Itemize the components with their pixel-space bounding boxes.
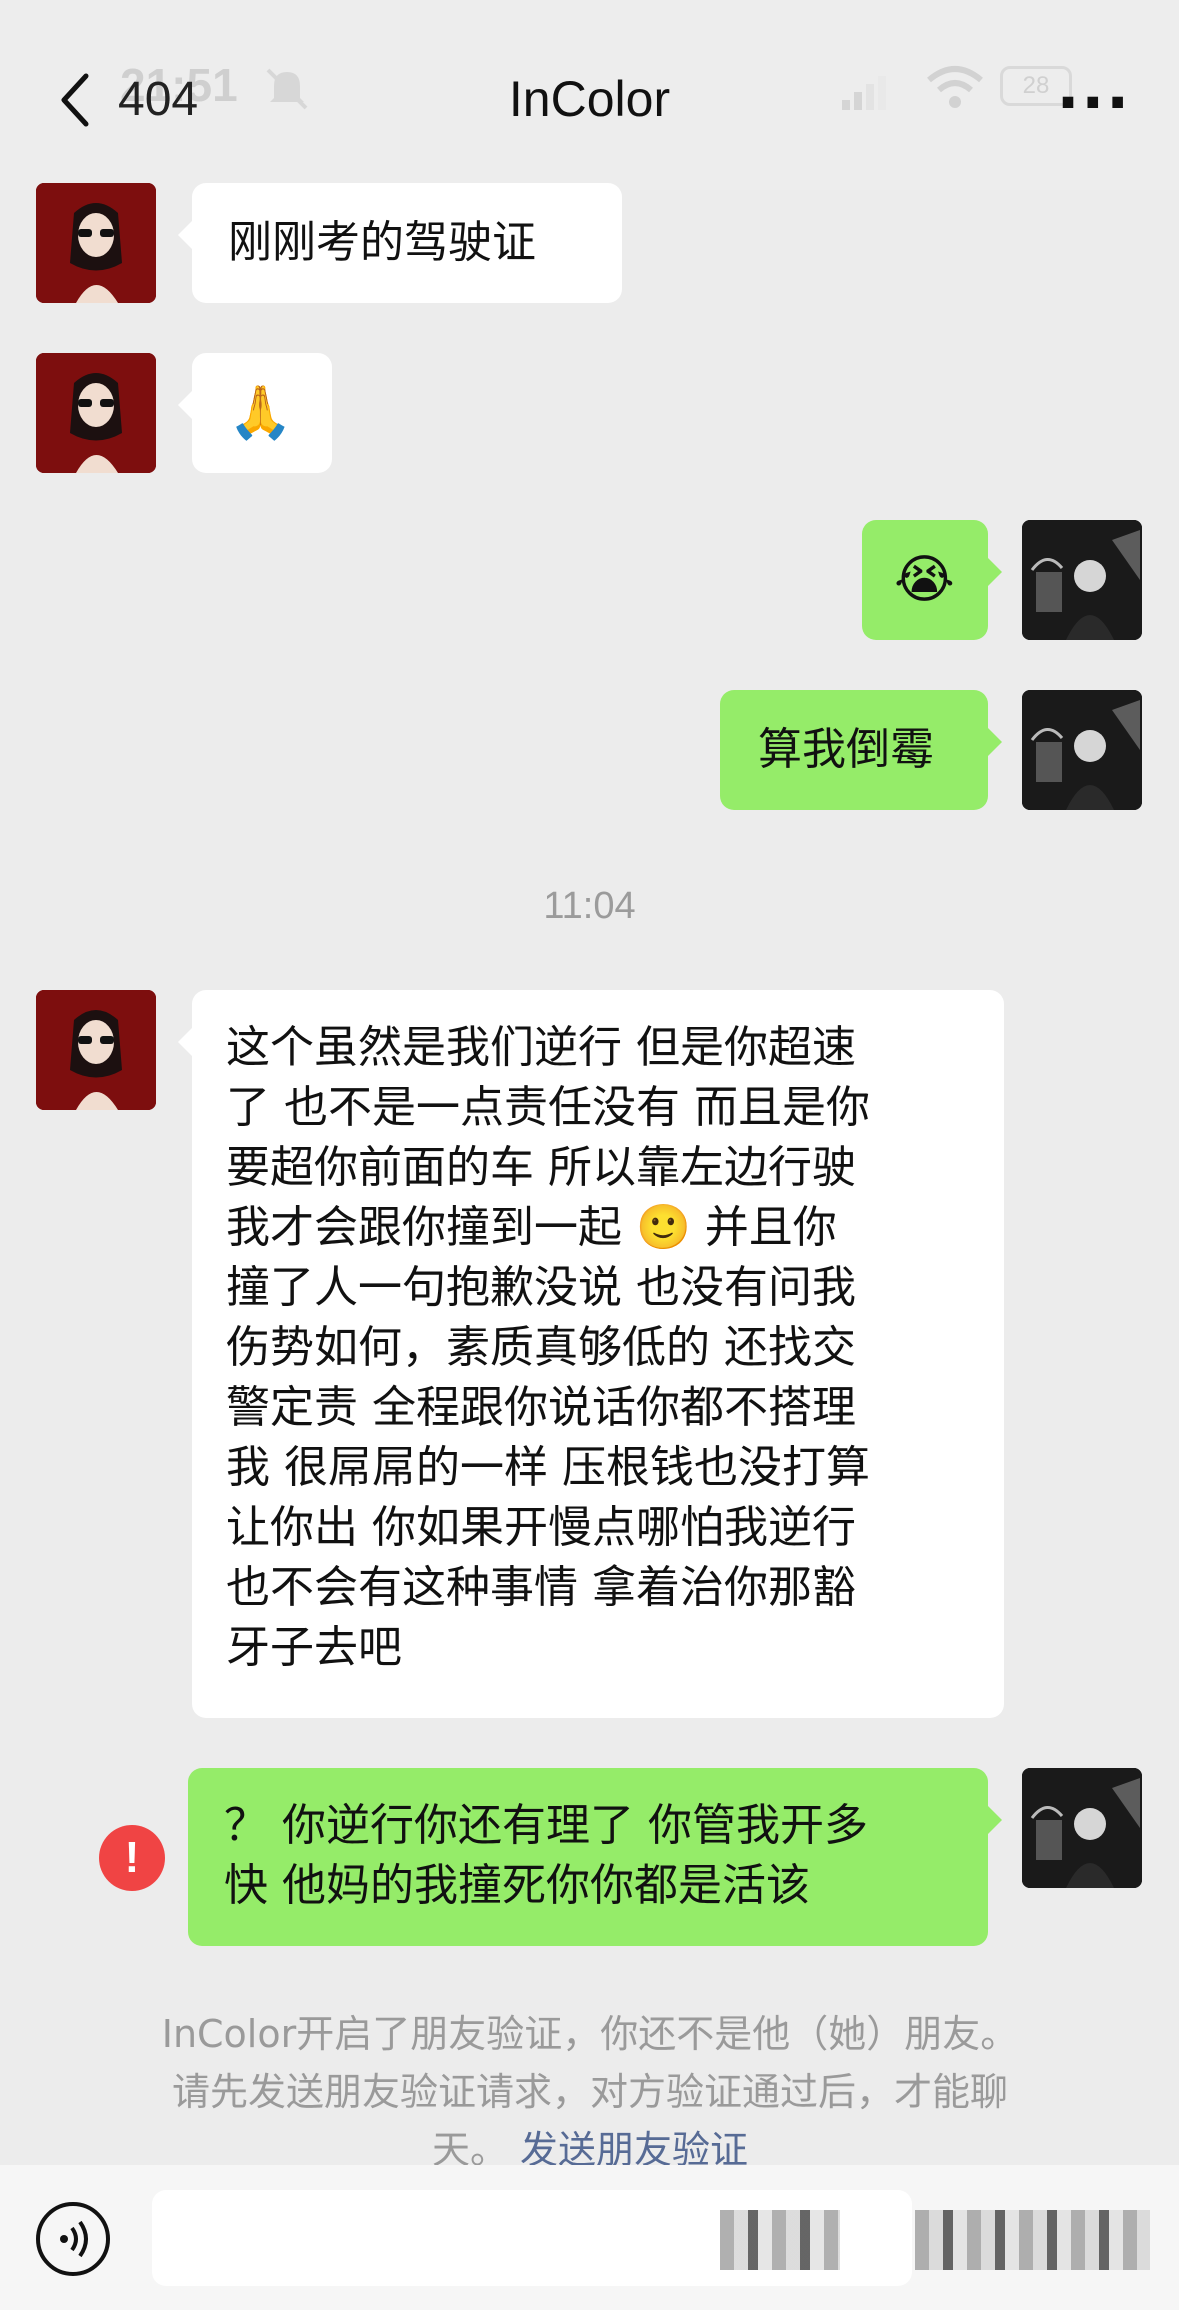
message-bubble-sent[interactable]: ？ 你逆行你还有理了 你管我开多 快 他妈的我撞死你你都是活该 <box>188 1768 1002 1946</box>
message-line: 警定责 全程跟你说话你都不搭理 <box>226 1382 856 1433</box>
contact-avatar[interactable] <box>36 183 156 303</box>
message-line: 伤势如何，素质真够低的 还找交 <box>226 1322 856 1373</box>
message-line: 牙子去吧 <box>226 1622 402 1673</box>
message-line: ？ 你逆行你还有理了 你管我开多 <box>224 1800 868 1851</box>
woman-portrait-icon <box>36 183 156 303</box>
message-line: 撞了人一句抱歉没说 也没有问我 <box>226 1262 856 1313</box>
woman-portrait-icon <box>36 353 156 473</box>
message-line: 我才会跟你撞到一起 🙂 并且你 <box>226 1202 837 1253</box>
notice-line: 请先发送朋友验证请求，对方验证通过后，才能聊 <box>171 2070 1008 2114</box>
pixelated-region <box>915 2210 1150 2270</box>
praying-hands-emoji: 🙏 <box>228 383 293 443</box>
man-portrait-icon <box>1022 1768 1142 1888</box>
message-text: 刚刚考的驾驶证 <box>228 217 536 268</box>
message-line: 我 很屌屌的一样 压根钱也没打算 <box>226 1442 870 1493</box>
message-line: 了 也不是一点责任没有 而且是你 <box>226 1082 870 1133</box>
message-line: 快 他妈的我撞死你你都是活该 <box>224 1860 810 1911</box>
message-bubble-sent[interactable]: 😭 <box>862 520 1002 640</box>
man-portrait-icon <box>1022 520 1142 640</box>
message-line: 让你出 你如果开慢点哪怕我逆行 <box>226 1502 856 1553</box>
voice-icon[interactable] <box>34 2200 112 2278</box>
message-bubble-sent[interactable]: 算我倒霉 <box>720 690 1002 810</box>
time-separator: 11:04 <box>543 885 636 927</box>
contact-avatar[interactable] <box>36 990 156 1110</box>
contact-avatar[interactable] <box>36 353 156 473</box>
man-portrait-icon <box>1022 690 1142 810</box>
notice-line: InColor开启了朋友验证，你还不是他（她）朋友。 <box>161 2012 1019 2056</box>
more-options-button[interactable]: ··· <box>1057 68 1131 138</box>
message-line: 也不会有这种事情 拿着治你那豁 <box>226 1562 856 1613</box>
woman-portrait-icon <box>36 990 156 1110</box>
message-line: 要超你前面的车 所以靠左边行驶 <box>226 1142 856 1193</box>
my-avatar[interactable] <box>1022 1768 1142 1888</box>
crying-face-emoji: 😭 <box>894 550 955 610</box>
my-avatar[interactable] <box>1022 520 1142 640</box>
my-avatar[interactable] <box>1022 690 1142 810</box>
send-failed-icon[interactable]: ! <box>99 1825 165 1891</box>
message-bubble-received[interactable]: 刚刚考的驾驶证 <box>178 183 622 303</box>
message-bubble-received[interactable]: 这个虽然是我们逆行 但是你超速 了 也不是一点责任没有 而且是你 要超你前面的车… <box>178 990 1004 1718</box>
friend-verification-notice: InColor开启了朋友验证，你还不是他（她）朋友。 请先发送朋友验证请求，对方… <box>120 2005 1060 2179</box>
pixelated-region <box>720 2210 840 2270</box>
chat-title: InColor <box>508 71 671 127</box>
message-bubble-received[interactable]: 🙏 <box>178 353 332 473</box>
message-text: 算我倒霉 <box>758 724 934 775</box>
message-line: 这个虽然是我们逆行 但是你超速 <box>226 1022 856 1073</box>
